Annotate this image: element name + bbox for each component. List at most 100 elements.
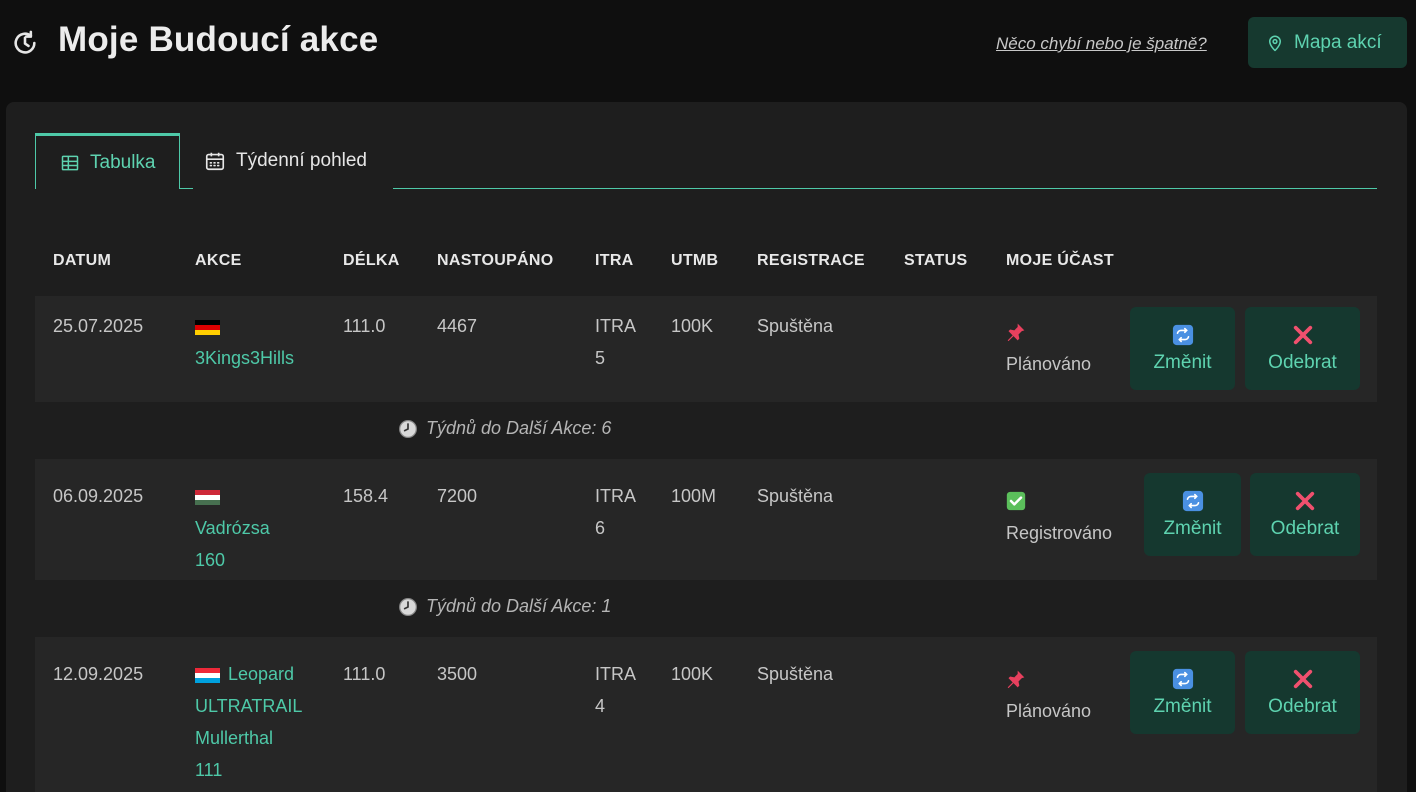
event-date: 25.07.2025 (53, 316, 144, 336)
check-mark-icon (1006, 491, 1026, 511)
weeks-to-next-event: Týdnů do Další Akce: 6 (398, 418, 611, 439)
column-header-date: DATUM (53, 252, 112, 269)
event-name-line: Vadrózsa (195, 518, 270, 538)
event-link[interactable]: 3Kings3Hills (195, 348, 294, 368)
tab-table-label: Tabulka (90, 151, 156, 173)
change-button-label: Změnit (1153, 695, 1212, 717)
clock-icon (399, 597, 417, 616)
participation-status: Plánováno (1006, 701, 1092, 721)
page-title: Moje Budoucí akce (58, 20, 379, 59)
column-header-status: STATUS (904, 252, 968, 269)
calendar-icon (205, 152, 225, 171)
map-button-label: Mapa akcí (1294, 31, 1382, 53)
weeks-to-next-event-text: Týdnů do Další Akce: 1 (426, 596, 612, 616)
event-length: 111.0 (343, 664, 386, 684)
participation-status: Registrováno (1006, 523, 1113, 543)
event-date: 06.09.2025 (53, 486, 144, 506)
remove-button[interactable]: Odebrat (1245, 307, 1360, 390)
participation-cell: Registrováno (1006, 485, 1112, 549)
remove-button[interactable]: Odebrat (1245, 651, 1360, 734)
hungary-flag-icon (195, 489, 220, 505)
column-header-itra: ITRA (595, 252, 634, 269)
column-header-event: AKCE (195, 252, 242, 269)
tab-table[interactable]: Tabulka (35, 133, 193, 189)
event-elevation: 7200 (437, 486, 478, 506)
map-pin-icon (1269, 35, 1281, 51)
event-length: 158.4 (343, 486, 389, 506)
change-button[interactable]: Změnit (1130, 307, 1235, 390)
participation-cell: Plánováno (1006, 316, 1091, 380)
itra-label: ITRA (595, 316, 637, 336)
event-utmb: 100M (671, 486, 717, 506)
column-header-length: DÉLKA (343, 252, 400, 269)
itra-value: 5 (595, 348, 606, 368)
cross-mark-icon (1295, 491, 1315, 510)
remove-button-label: Odebrat (1270, 517, 1340, 539)
repeat-icon (1172, 324, 1193, 345)
column-header-registration: REGISTRACE (757, 252, 865, 269)
table-header: DATUM AKCE DÉLKA NASTOUPÁNO ITRA UTMB RE… (35, 252, 1377, 272)
column-header-participation: MOJE ÚČAST (1006, 252, 1114, 269)
history-clock-icon (14, 30, 36, 54)
tab-weekly-view[interactable]: Týdenní pohled (202, 133, 392, 189)
itra-value: 4 (595, 696, 606, 716)
weeks-to-next-event: Týdnů do Další Akce: 1 (398, 596, 611, 617)
pushpin-icon (1007, 670, 1025, 689)
itra-label: ITRA (595, 486, 637, 506)
event-elevation: 3500 (437, 664, 478, 684)
event-elevation: 4467 (437, 316, 478, 336)
event-itra: ITRA 4 (595, 658, 636, 722)
event-itra: ITRA 6 (595, 480, 636, 544)
event-utmb: 100K (671, 316, 714, 336)
itra-value: 6 (595, 518, 606, 538)
event-registration: Spuštěna (757, 664, 834, 684)
event-cell: Leopard ULTRATRAIL Mullerthal 111 (195, 658, 325, 786)
event-itra: ITRA 5 (595, 310, 636, 374)
event-cell: Vadrózsa 160 (195, 480, 325, 576)
events-panel: Tabulka Týdenní pohled DATUM AKCE DÉLKA … (6, 102, 1407, 792)
pushpin-icon (1007, 323, 1025, 342)
event-name-line: 111 (195, 760, 223, 780)
event-registration: Spuštěna (757, 316, 834, 336)
participation-cell: Plánováno (1006, 663, 1091, 727)
clock-icon (399, 419, 417, 438)
repeat-icon (1172, 668, 1193, 689)
repeat-icon (1182, 490, 1203, 511)
event-link[interactable]: Vadrózsa 160 (195, 518, 270, 570)
table-row: 12.09.2025 Leopard ULTRATRAIL Mullerthal… (35, 637, 1377, 792)
cross-mark-icon (1293, 325, 1312, 344)
table-row: 06.09.2025 Vadrózsa 160 158.4 7200 ITRA … (35, 459, 1377, 580)
participation-status: Plánováno (1006, 354, 1092, 374)
event-name-line: Mullerthal (195, 728, 274, 748)
column-header-utmb: UTMB (671, 252, 719, 269)
luxembourg-flag-icon (195, 667, 220, 683)
table-row: 25.07.2025 3Kings3Hills 111.0 4467 ITRA … (35, 296, 1377, 402)
itra-label: ITRA (595, 664, 637, 684)
weeks-to-next-event-text: Týdnů do Další Akce: 6 (426, 418, 612, 438)
change-button[interactable]: Změnit (1130, 651, 1235, 734)
tab-weekly-view-label: Týdenní pohled (236, 150, 367, 171)
event-date: 12.09.2025 (53, 664, 144, 684)
table-icon (61, 155, 79, 170)
remove-button[interactable]: Odebrat (1250, 473, 1360, 556)
change-button-label: Změnit (1163, 517, 1222, 539)
event-name-line: 160 (195, 550, 226, 570)
event-utmb: 100K (671, 664, 714, 684)
remove-button-label: Odebrat (1268, 351, 1337, 373)
event-name-line: ULTRATRAIL (195, 696, 303, 716)
event-cell: 3Kings3Hills (195, 310, 325, 374)
event-registration: Spuštěna (757, 486, 834, 506)
page-header: Moje Budoucí akce Něco chybí nebo je špa… (0, 0, 1416, 96)
cross-mark-icon (1293, 669, 1312, 688)
tab-divider (393, 188, 1377, 189)
event-length: 111.0 (343, 316, 386, 336)
view-tabs: Tabulka Týdenní pohled (35, 133, 1377, 189)
remove-button-label: Odebrat (1268, 695, 1337, 717)
column-header-elevation: NASTOUPÁNO (437, 252, 554, 269)
map-button[interactable]: Mapa akcí (1248, 17, 1407, 68)
report-issue-link[interactable]: Něco chybí nebo je špatně? (996, 34, 1207, 54)
change-button-label: Změnit (1153, 351, 1212, 373)
change-button[interactable]: Změnit (1144, 473, 1241, 556)
event-name-line: Leopard (228, 664, 295, 684)
germany-flag-icon (195, 319, 220, 335)
